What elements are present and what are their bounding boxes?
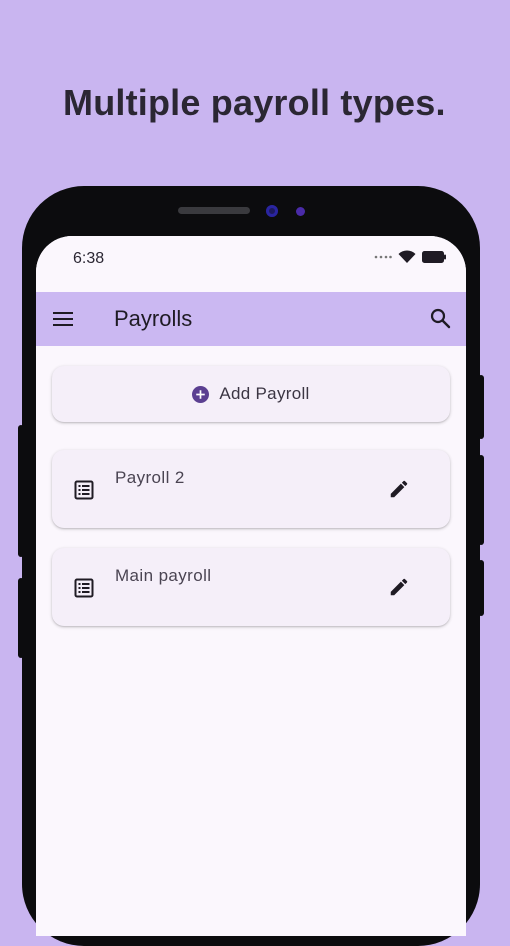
front-camera (266, 205, 278, 217)
phone-side-button (478, 375, 484, 439)
payroll-name: Payroll 2 (115, 468, 185, 487)
notification-dots-icon (374, 255, 392, 259)
promo-headline: Multiple payroll types. (63, 82, 446, 123)
status-time: 6:38 (73, 250, 105, 267)
wifi-icon (398, 250, 416, 263)
list-alt-icon (74, 480, 94, 500)
status-bar: 6:38 (36, 236, 466, 292)
list-alt-icon (74, 578, 94, 598)
phone-side-button (478, 560, 484, 616)
hamburger-menu-icon[interactable] (52, 309, 76, 329)
phone-side-button (478, 455, 484, 545)
app-bar: Payrolls (36, 292, 466, 346)
add-payroll-label: Add Payroll (219, 384, 310, 403)
camera-sensor (296, 207, 305, 216)
edit-pencil-icon[interactable] (388, 478, 410, 500)
payroll-list-item[interactable]: Payroll 2 (52, 450, 450, 528)
search-icon[interactable] (428, 306, 452, 330)
add-payroll-button[interactable]: Add Payroll (52, 366, 450, 422)
payroll-list-item[interactable]: Main payroll (52, 548, 450, 626)
phone-frame: 6:38 Payrolls Add Payroll Payroll 2 Main… (22, 186, 480, 946)
battery-icon (422, 251, 446, 263)
app-bar-title: Payrolls (114, 306, 193, 331)
phone-screen: 6:38 Payrolls Add Payroll Payroll 2 Main… (36, 236, 466, 936)
edit-pencil-icon[interactable] (388, 576, 410, 598)
payroll-name: Main payroll (115, 566, 212, 585)
status-icons (374, 250, 446, 264)
add-circle-icon (192, 385, 210, 403)
phone-side-button (18, 578, 24, 658)
phone-side-button (18, 425, 24, 557)
phone-speaker (178, 207, 250, 214)
